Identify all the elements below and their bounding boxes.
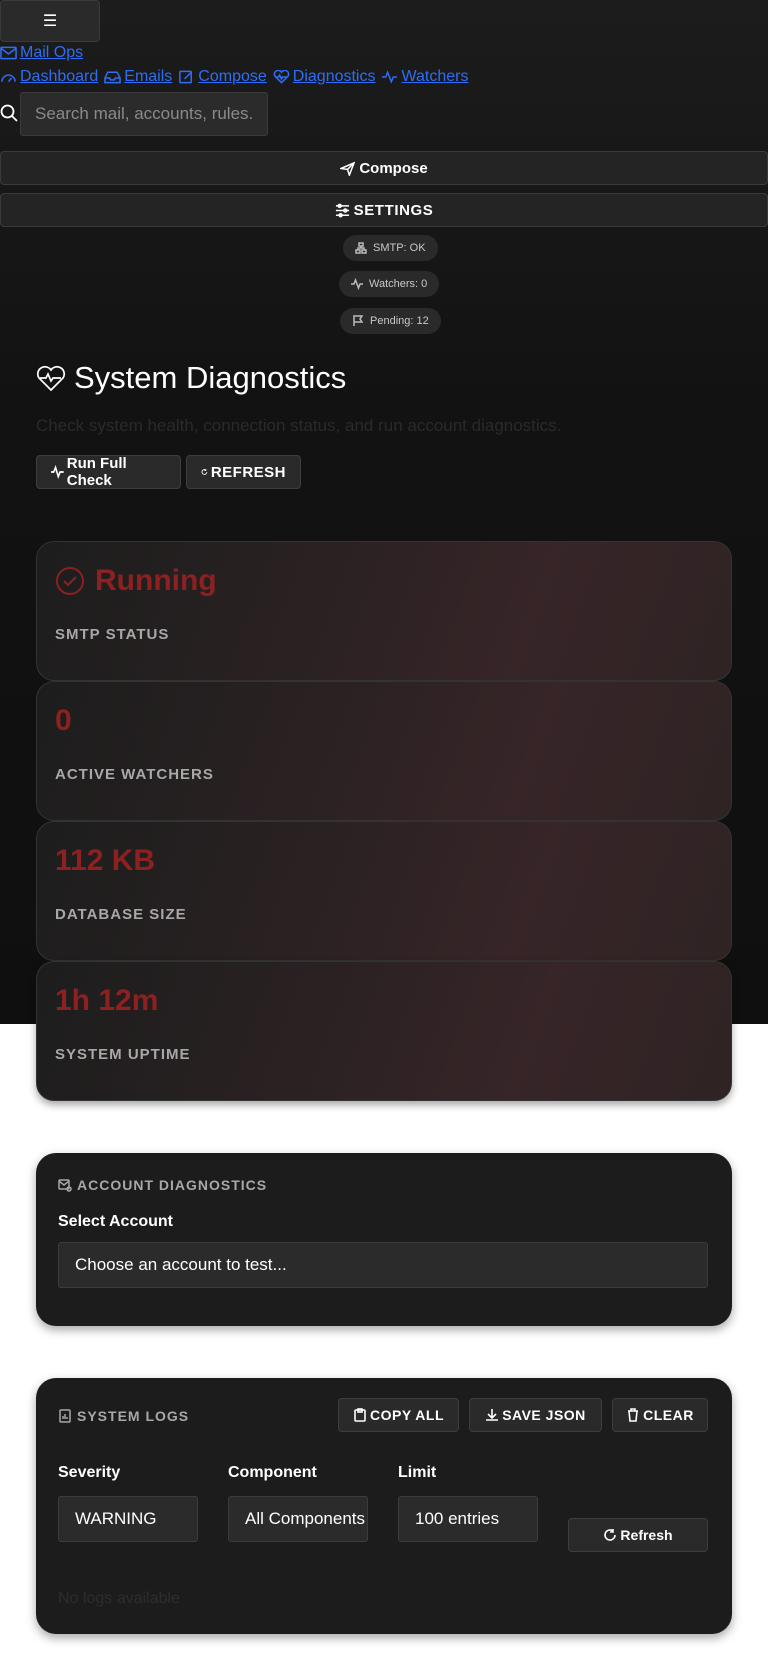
copy-all-label: COPY ALL xyxy=(369,1407,444,1423)
run-full-check-button[interactable]: Run Full Check xyxy=(36,455,181,489)
system-uptime-value: 1h 12m xyxy=(55,984,159,1017)
smtp-status-label: SMTP STATUS xyxy=(55,626,170,643)
copy-all-button[interactable]: COPY ALL xyxy=(338,1398,459,1432)
account-diagnostics-panel: ACCOUNT DIAGNOSTICS Select Account Choos… xyxy=(36,1153,732,1326)
heart-pulse-icon xyxy=(273,70,290,84)
activity-icon xyxy=(351,278,363,290)
active-watchers-label: ACTIVE WATCHERS xyxy=(55,766,214,783)
clipboard-chart-icon xyxy=(59,1409,71,1423)
save-json-button[interactable]: SAVE JSON xyxy=(469,1398,602,1432)
limit-select[interactable]: 100 entries xyxy=(398,1496,538,1542)
select-account-label: Select Account xyxy=(58,1213,173,1230)
settings-button[interactable]: SETTINGS xyxy=(0,193,768,227)
compose-button-label: Compose xyxy=(359,159,428,177)
system-logs-panel: SYSTEM LOGS COPY ALL SAVE JSON CLEAR Sev… xyxy=(36,1378,732,1634)
component-label: Component xyxy=(228,1464,317,1481)
activity-icon xyxy=(382,70,398,84)
smtp-status-value: Running xyxy=(55,564,217,598)
smtp-status-card: Running SMTP STATUS xyxy=(36,541,732,681)
component-select[interactable]: All Components xyxy=(228,1496,368,1542)
nav-emails[interactable]: Emails xyxy=(104,68,172,86)
check-circle-icon xyxy=(56,567,84,595)
page-title-text: System Diagnostics xyxy=(74,360,347,395)
smtp-status-text: SMTP: OK xyxy=(373,242,426,254)
sliders-icon xyxy=(335,203,349,217)
flag-icon xyxy=(353,315,364,326)
system-uptime-card: 1h 12m SYSTEM UPTIME xyxy=(36,961,732,1101)
refresh-icon xyxy=(201,469,208,475)
nav-watchers-label: Watchers xyxy=(401,68,469,85)
account-select[interactable]: Choose an account to test... xyxy=(58,1242,708,1288)
download-icon xyxy=(486,1409,499,1421)
active-watchers-card: 0 ACTIVE WATCHERS xyxy=(36,681,732,821)
severity-label: Severity xyxy=(58,1464,121,1481)
logs-refresh-button[interactable]: Refresh xyxy=(568,1518,708,1552)
severity-select[interactable]: WARNING xyxy=(58,1496,198,1542)
compose-button[interactable]: Compose xyxy=(0,151,768,185)
empty-logs-message: No logs available xyxy=(58,1590,180,1607)
heart-pulse-icon xyxy=(36,365,66,392)
mail-icon xyxy=(0,46,17,60)
database-size-value: 112 KB xyxy=(55,844,156,877)
main-nav: Dashboard Emails Compose Diagnostics Wat… xyxy=(0,68,468,86)
search-input[interactable] xyxy=(20,92,268,136)
database-size-card: 112 KB DATABASE SIZE xyxy=(36,821,732,961)
gauge-icon xyxy=(1,74,16,83)
pending-status-text: Pending: 12 xyxy=(370,315,429,327)
watchers-status-badge: Watchers: 0 xyxy=(339,271,440,297)
send-icon xyxy=(340,161,356,176)
network-icon xyxy=(355,242,367,254)
clipboard-icon xyxy=(354,1408,366,1422)
nav-diagnostics[interactable]: Diagnostics xyxy=(273,68,376,86)
search-icon xyxy=(0,104,18,122)
nav-dashboard[interactable]: Dashboard xyxy=(0,68,98,86)
logs-refresh-label: Refresh xyxy=(620,1527,673,1543)
watchers-status-text: Watchers: 0 xyxy=(369,278,428,290)
system-logs-heading: SYSTEM LOGS xyxy=(58,1408,189,1424)
brand-link[interactable]: Mail Ops xyxy=(0,44,83,62)
account-diagnostics-heading-text: ACCOUNT DIAGNOSTICS xyxy=(77,1177,268,1193)
smtp-status-value-text: Running xyxy=(95,564,217,597)
smtp-status-badge: SMTP: OK xyxy=(343,235,438,261)
page-title: System Diagnostics xyxy=(36,360,346,396)
refresh-icon xyxy=(604,1529,617,1541)
nav-dashboard-label: Dashboard xyxy=(20,68,99,85)
system-logs-heading-text: SYSTEM LOGS xyxy=(77,1408,190,1424)
refresh-button[interactable]: REFRESH xyxy=(186,455,301,489)
nav-diagnostics-label: Diagnostics xyxy=(292,68,376,85)
account-diagnostics-heading: ACCOUNT DIAGNOSTICS xyxy=(58,1177,267,1193)
limit-label: Limit xyxy=(398,1464,437,1481)
inbox-icon xyxy=(104,71,122,84)
nav-compose-label: Compose xyxy=(198,68,267,85)
pending-status-badge: Pending: 12 xyxy=(340,308,441,334)
save-json-label: SAVE JSON xyxy=(502,1407,586,1423)
active-watchers-value: 0 xyxy=(55,704,72,737)
edit-icon xyxy=(179,70,193,84)
brand-label: Mail Ops xyxy=(20,44,84,61)
clear-logs-button[interactable]: CLEAR xyxy=(612,1398,708,1432)
nav-emails-label: Emails xyxy=(124,68,173,85)
refresh-button-label: REFRESH xyxy=(210,463,286,481)
clear-logs-label: CLEAR xyxy=(643,1407,694,1423)
trash-icon xyxy=(628,1408,639,1422)
system-uptime-label: SYSTEM UPTIME xyxy=(55,1046,191,1063)
settings-button-label: SETTINGS xyxy=(353,201,434,219)
page-subtitle: Check system health, connection status, … xyxy=(36,416,562,435)
activity-icon xyxy=(51,465,64,479)
database-size-label: DATABASE SIZE xyxy=(55,906,187,923)
menu-button[interactable]: ☰ xyxy=(0,0,100,42)
nav-watchers[interactable]: Watchers xyxy=(381,68,468,86)
nav-compose[interactable]: Compose xyxy=(178,68,267,86)
run-full-check-label: Run Full Check xyxy=(66,455,127,489)
mail-settings-icon xyxy=(58,1179,72,1192)
